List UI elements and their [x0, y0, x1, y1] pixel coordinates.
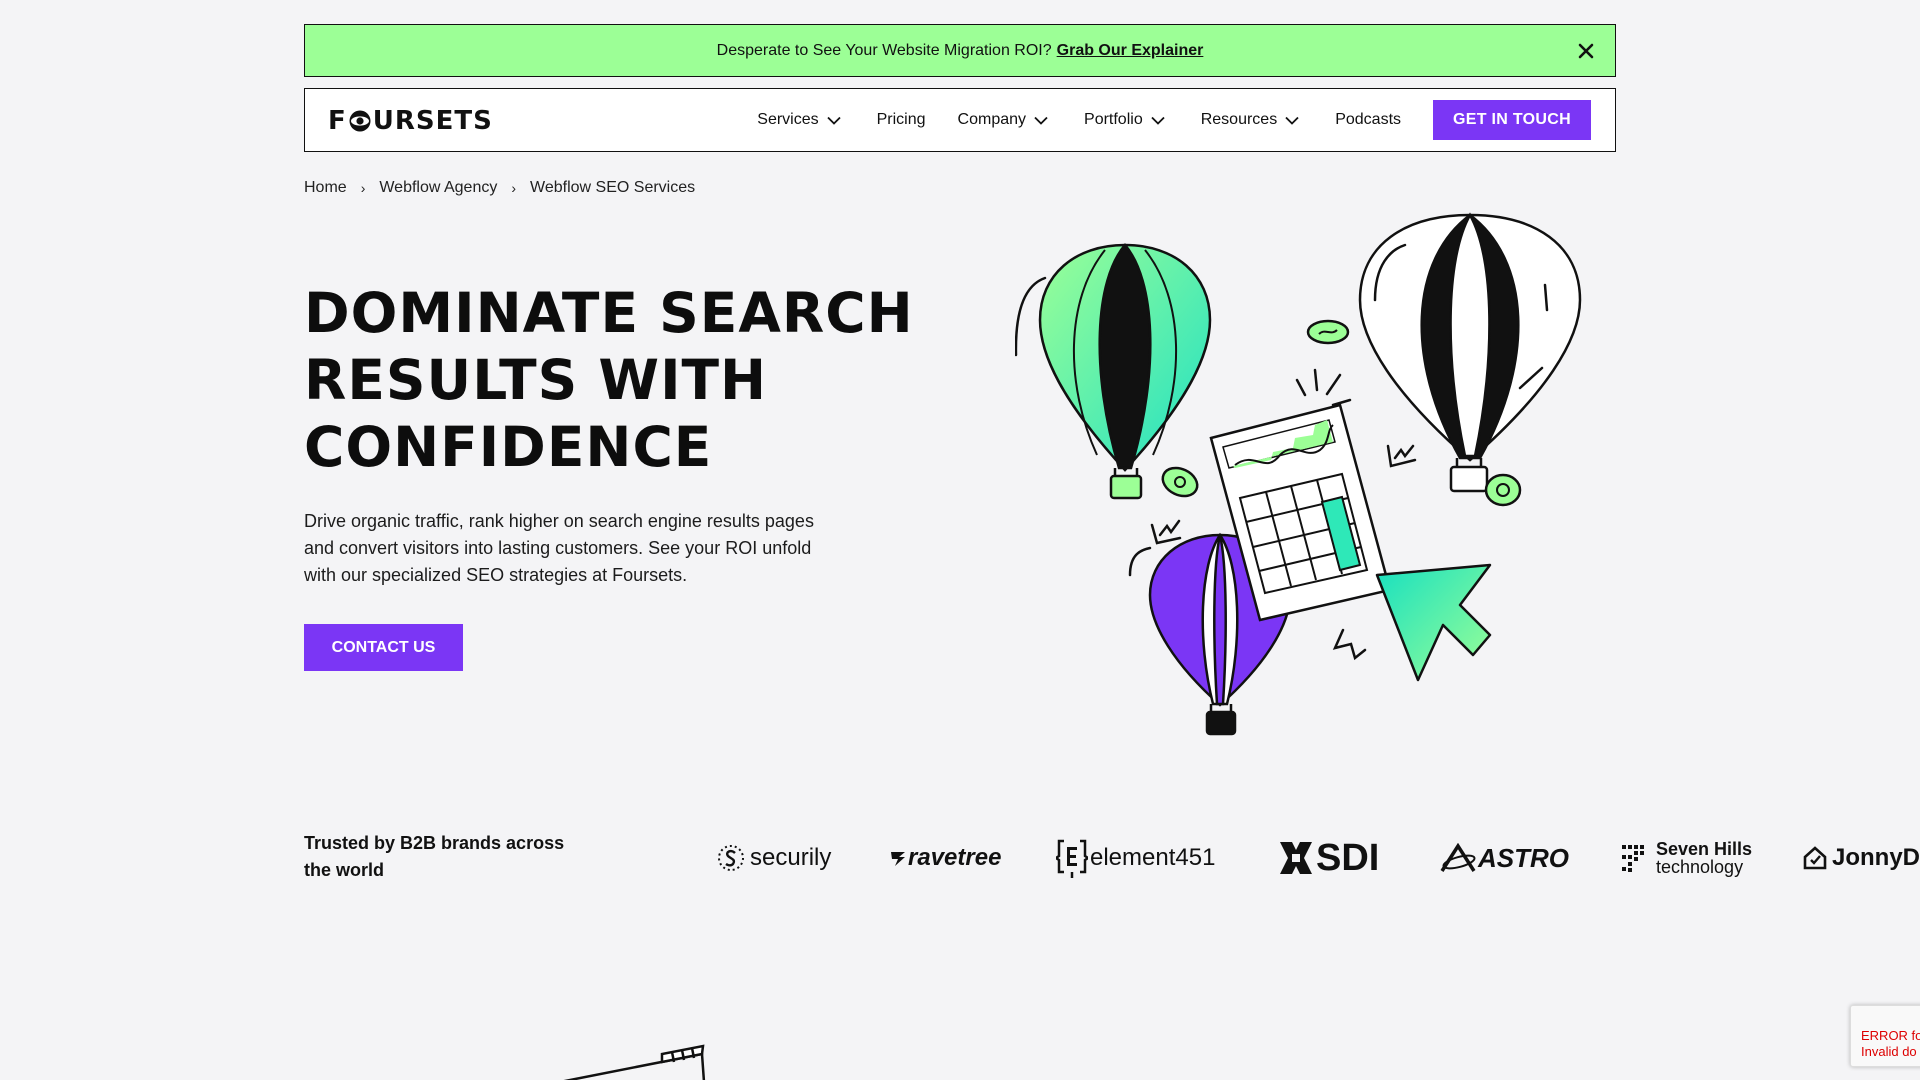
foursets-logo[interactable]: F URSETS: [328, 106, 493, 136]
breadcrumb-separator-icon: ›: [360, 180, 366, 196]
eye-icon: [349, 110, 371, 132]
nav-item-podcasts[interactable]: Podcasts: [1335, 111, 1401, 129]
logo-text-start: F: [328, 106, 347, 136]
hero-title-line: CONFIDENCE: [304, 415, 713, 479]
cursor-arrow-icon: [1375, 563, 1492, 682]
nav-item-label: Company: [957, 111, 1027, 128]
coin-icon: [1161, 466, 1199, 498]
recaptcha-badge[interactable]: ERROR fo Invalid do: [1850, 1005, 1920, 1067]
chevron-down-icon: [826, 116, 841, 125]
hero-title: DOMINATE SEARCH RESULTS WITH CONFIDENCE: [304, 280, 944, 481]
brand-jonnyd: JonnyD: [1802, 820, 1920, 896]
trusted-by-label: Trusted by B2B brands across the world: [304, 833, 565, 880]
ravetree-logo-icon: [891, 852, 905, 866]
jonnyd-logo-icon: [1803, 846, 1827, 870]
client-logo-strip: securily ravetree element451 SDI ASTRO S…: [700, 820, 1920, 896]
brand-seven-hills: Seven Hills technology: [1620, 820, 1752, 896]
recaptcha-error-line: ERROR fo: [1861, 1028, 1920, 1043]
brand-ravetree: ravetree: [890, 820, 1001, 896]
nav-item-company[interactable]: Company: [958, 111, 1048, 129]
coin-icon: [1484, 473, 1522, 507]
chevron-down-icon: [1034, 116, 1048, 125]
chevron-down-icon: [1151, 116, 1165, 125]
nav-item-label: Resources: [1200, 111, 1278, 128]
hero-illustration: [1015, 212, 1582, 736]
chevron-down-icon: [1285, 116, 1299, 125]
green-balloon-icon: [1015, 243, 1212, 500]
hero-description: Drive organic traffic, rank higher on se…: [304, 511, 814, 585]
nav-item-label: Pricing: [876, 111, 926, 128]
brand-name: SDI: [1316, 836, 1380, 879]
nav-item-services[interactable]: Services: [757, 111, 841, 129]
securily-logo-icon: [718, 845, 744, 871]
coin-icon: [1306, 319, 1350, 345]
partial-illustration: [563, 1044, 706, 1080]
nav-item-resources[interactable]: Resources: [1201, 111, 1299, 129]
hero-title-line: RESULTS WITH: [304, 348, 768, 412]
chart-line-icon: [1150, 519, 1182, 545]
chart-line-icon: [1386, 444, 1417, 468]
brand-astro: ASTRO: [1440, 820, 1569, 896]
brand-name: ASTRO: [1478, 842, 1569, 873]
brand-name: ravetree: [908, 844, 1002, 871]
brand-element451: element451: [1056, 820, 1215, 896]
announcement-bar: Desperate to See Your Website Migration …: [304, 24, 1616, 77]
logo-text-end: URSETS: [372, 106, 493, 136]
brand-subname: technology: [1656, 857, 1744, 877]
hero-title-line: DOMINATE SEARCH: [304, 281, 914, 345]
announcement-text: Desperate to See Your Website Migration …: [716, 41, 1052, 59]
brand-name: securily: [750, 844, 832, 871]
chart-line-icon: [1332, 628, 1367, 661]
astro-logo-icon: [1440, 843, 1476, 872]
brand-securily: securily: [716, 820, 831, 896]
breadcrumb-separator-icon: ›: [511, 180, 517, 196]
white-balloon-icon: [1358, 212, 1582, 493]
breadcrumb-home[interactable]: Home: [304, 179, 347, 197]
brand-name: Seven Hills: [1656, 839, 1753, 859]
nav-menu: Services Pricing Company Portfolio Resou…: [757, 89, 1591, 151]
get-in-touch-button[interactable]: GET IN TOUCH: [1433, 100, 1591, 140]
breadcrumb: Home › Webflow Agency › Webflow SEO Serv…: [304, 179, 695, 197]
brand-sdi: SDI: [1278, 820, 1379, 896]
contact-us-button[interactable]: CONTACT US: [304, 624, 463, 671]
breadcrumb-webflow-agency[interactable]: Webflow Agency: [379, 179, 497, 197]
nav-item-portfolio[interactable]: Portfolio: [1084, 111, 1165, 129]
announcement-link[interactable]: Grab Our Explainer: [1057, 42, 1204, 60]
seven-hills-logo-icon: [1622, 845, 1644, 872]
brand-name: JonnyD: [1832, 844, 1920, 871]
close-icon[interactable]: [1575, 40, 1597, 62]
recaptcha-error-line: Invalid do: [1861, 1044, 1917, 1059]
breadcrumb-current: Webflow SEO Services: [530, 179, 696, 196]
nav-item-label: Services: [757, 111, 819, 128]
nav-item-label: Podcasts: [1335, 111, 1402, 128]
nav-item-label: Portfolio: [1084, 111, 1143, 128]
nav-item-pricing[interactable]: Pricing: [877, 111, 926, 129]
main-nav: F URSETS Services Pricing Company Portfo…: [304, 88, 1616, 152]
brand-name: element451: [1090, 844, 1216, 871]
element451-logo-icon: [1056, 839, 1088, 878]
sdi-logo-icon: [1280, 842, 1312, 874]
